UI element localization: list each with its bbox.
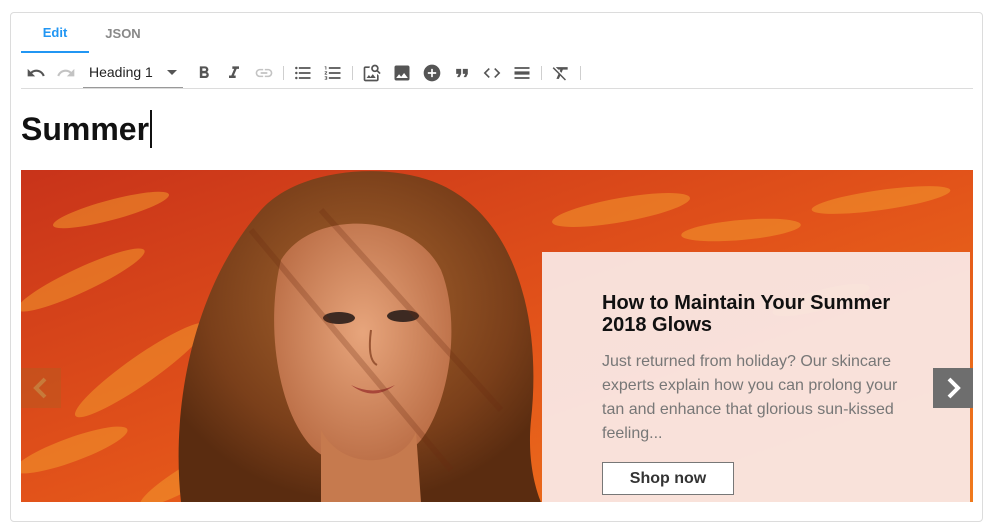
image-search-icon [363, 64, 381, 81]
code-icon [483, 67, 501, 78]
redo-icon [57, 68, 75, 76]
shop-now-button[interactable]: Shop now [602, 462, 734, 495]
link-button[interactable] [249, 60, 279, 86]
bold-button[interactable] [189, 60, 219, 86]
add-button[interactable] [417, 60, 447, 86]
italic-icon [229, 65, 239, 78]
horizontal-rule-icon [514, 66, 530, 79]
promo-title: How to Maintain Your Summer 2018 Glows [602, 292, 891, 336]
clear-formatting-button[interactable] [546, 60, 576, 86]
chevron-down-icon [167, 69, 177, 75]
numbered-list-button[interactable] [318, 60, 348, 86]
format-select-value: Heading 1 [89, 64, 153, 80]
toolbar-divider [352, 65, 353, 80]
heading-text: Summer [21, 111, 150, 147]
link-icon [255, 68, 273, 77]
image-search-button[interactable] [357, 60, 387, 86]
clear-formatting-icon [552, 66, 568, 80]
editor-toolbar: Heading 1 [21, 57, 973, 89]
code-button[interactable] [477, 60, 507, 86]
image-button[interactable] [387, 60, 417, 86]
tab-edit[interactable]: Edit [21, 13, 89, 53]
chevron-left-icon [33, 377, 47, 399]
chevron-right-icon [947, 377, 961, 399]
undo-button[interactable] [21, 60, 51, 86]
editor-card: Edit JSON Heading 1 Summer How to Mainta… [10, 12, 983, 522]
italic-button[interactable] [219, 60, 249, 86]
format-select[interactable]: Heading 1 [83, 58, 183, 88]
promo-info-panel: How to Maintain Your Summer 2018 Glows J… [542, 252, 970, 502]
blockquote-button[interactable] [447, 60, 477, 86]
redo-button[interactable] [51, 60, 81, 86]
numbered-list-icon [324, 65, 341, 80]
bold-icon [199, 65, 209, 78]
toolbar-divider [283, 65, 284, 80]
editor-tabs: Edit JSON [21, 13, 157, 53]
toolbar-divider [541, 65, 542, 80]
editor-heading[interactable]: Summer [21, 109, 152, 149]
blockquote-icon [456, 68, 468, 77]
toolbar-divider [580, 65, 581, 80]
bulleted-list-icon [295, 66, 311, 79]
promo-banner: How to Maintain Your Summer 2018 Glows J… [21, 170, 973, 502]
undo-icon [27, 68, 45, 76]
add-circle-icon [423, 64, 441, 81]
carousel-prev-button[interactable] [21, 368, 61, 408]
promo-description: Just returned from holiday? Our skincare… [602, 353, 898, 442]
image-icon [394, 65, 410, 80]
bulleted-list-button[interactable] [288, 60, 318, 86]
text-cursor [150, 110, 152, 148]
carousel-next-button[interactable] [933, 368, 973, 408]
horizontal-rule-button[interactable] [507, 60, 537, 86]
tab-json[interactable]: JSON [89, 13, 157, 53]
